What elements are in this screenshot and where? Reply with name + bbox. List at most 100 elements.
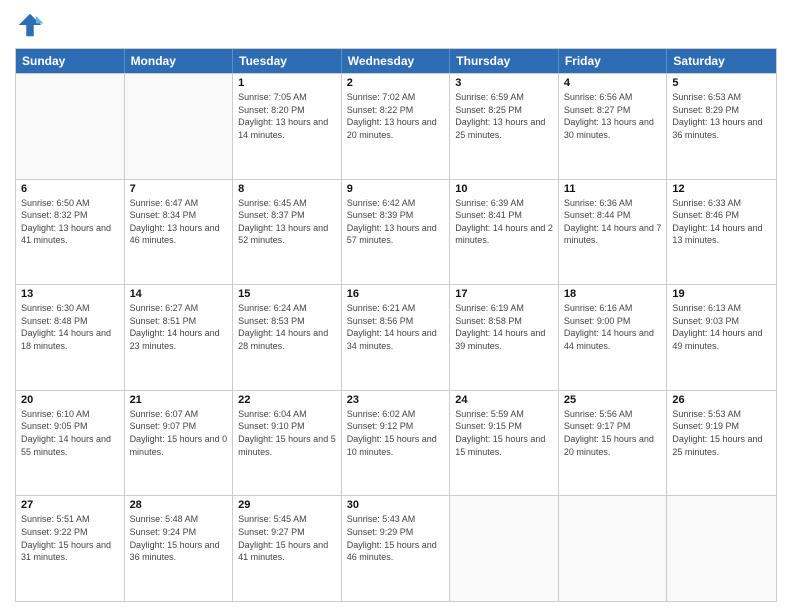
day-number: 12 <box>672 183 771 195</box>
day-number: 30 <box>347 499 445 511</box>
day-content: Sunrise: 5:45 AM Sunset: 9:27 PM Dayligh… <box>238 513 336 563</box>
day-number: 8 <box>238 183 336 195</box>
day-cell-22: 22 Sunrise: 6:04 AM Sunset: 9:10 PM Dayli… <box>233 391 342 496</box>
day-content: Sunrise: 6:16 AM Sunset: 9:00 PM Dayligh… <box>564 302 662 352</box>
day-cell-21: 21 Sunrise: 6:07 AM Sunset: 9:07 PM Dayli… <box>125 391 234 496</box>
week-row-2: 6 Sunrise: 6:50 AM Sunset: 8:32 PM Daylig… <box>16 179 776 285</box>
day-cell-24: 24 Sunrise: 5:59 AM Sunset: 9:15 PM Dayli… <box>450 391 559 496</box>
week-row-4: 20 Sunrise: 6:10 AM Sunset: 9:05 PM Dayli… <box>16 390 776 496</box>
day-number: 23 <box>347 394 445 406</box>
day-cell-17: 17 Sunrise: 6:19 AM Sunset: 8:58 PM Dayli… <box>450 285 559 390</box>
day-number: 24 <box>455 394 553 406</box>
day-number: 1 <box>238 77 336 89</box>
day-header-wednesday: Wednesday <box>342 49 451 73</box>
day-content: Sunrise: 6:45 AM Sunset: 8:37 PM Dayligh… <box>238 197 336 247</box>
day-number: 3 <box>455 77 553 89</box>
day-content: Sunrise: 6:33 AM Sunset: 8:46 PM Dayligh… <box>672 197 771 247</box>
day-cell-28: 28 Sunrise: 5:48 AM Sunset: 9:24 PM Dayli… <box>125 496 234 601</box>
day-content: Sunrise: 5:56 AM Sunset: 9:17 PM Dayligh… <box>564 408 662 458</box>
day-cell-19: 19Sunrise: 6:13 AM Sunset: 9:03 PM Dayli… <box>667 285 776 390</box>
day-cell-9: 9 Sunrise: 6:42 AM Sunset: 8:39 PM Daylig… <box>342 180 451 285</box>
day-header-saturday: Saturday <box>667 49 776 73</box>
week-row-5: 27Sunrise: 5:51 AM Sunset: 9:22 PM Dayli… <box>16 495 776 601</box>
empty-cell <box>16 74 125 179</box>
day-header-friday: Friday <box>559 49 668 73</box>
day-cell-26: 26Sunrise: 5:53 AM Sunset: 9:19 PM Dayli… <box>667 391 776 496</box>
day-content: Sunrise: 6:02 AM Sunset: 9:12 PM Dayligh… <box>347 408 445 458</box>
day-number: 15 <box>238 288 336 300</box>
calendar-header: SundayMondayTuesdayWednesdayThursdayFrid… <box>16 49 776 73</box>
day-number: 11 <box>564 183 662 195</box>
day-number: 5 <box>672 77 771 89</box>
day-number: 4 <box>564 77 662 89</box>
day-header-sunday: Sunday <box>16 49 125 73</box>
day-cell-5: 5 Sunrise: 6:53 AM Sunset: 8:29 PM Daylig… <box>667 74 776 179</box>
day-number: 14 <box>130 288 228 300</box>
day-content: Sunrise: 6:42 AM Sunset: 8:39 PM Dayligh… <box>347 197 445 247</box>
week-row-1: 1 Sunrise: 7:05 AM Sunset: 8:20 PM Daylig… <box>16 73 776 179</box>
day-cell-12: 12 Sunrise: 6:33 AM Sunset: 8:46 PM Dayli… <box>667 180 776 285</box>
day-content: Sunrise: 7:02 AM Sunset: 8:22 PM Dayligh… <box>347 91 445 141</box>
day-cell-15: 15Sunrise: 6:24 AM Sunset: 8:53 PM Dayli… <box>233 285 342 390</box>
day-cell-20: 20 Sunrise: 6:10 AM Sunset: 9:05 PM Dayli… <box>16 391 125 496</box>
day-content: Sunrise: 6:59 AM Sunset: 8:25 PM Dayligh… <box>455 91 553 141</box>
day-cell-4: 4 Sunrise: 6:56 AM Sunset: 8:27 PM Daylig… <box>559 74 668 179</box>
day-number: 21 <box>130 394 228 406</box>
day-number: 16 <box>347 288 445 300</box>
day-content: Sunrise: 6:36 AM Sunset: 8:44 PM Dayligh… <box>564 197 662 247</box>
day-cell-16: 16Sunrise: 6:21 AM Sunset: 8:56 PM Dayli… <box>342 285 451 390</box>
day-cell-6: 6 Sunrise: 6:50 AM Sunset: 8:32 PM Daylig… <box>16 180 125 285</box>
page: SundayMondayTuesdayWednesdayThursdayFrid… <box>0 0 792 612</box>
day-cell-2: 2 Sunrise: 7:02 AM Sunset: 8:22 PM Daylig… <box>342 74 451 179</box>
day-number: 22 <box>238 394 336 406</box>
day-content: Sunrise: 5:48 AM Sunset: 9:24 PM Dayligh… <box>130 513 228 563</box>
empty-cell <box>667 496 776 601</box>
day-number: 20 <box>21 394 119 406</box>
logo-icon <box>15 10 45 40</box>
day-cell-8: 8 Sunrise: 6:45 AM Sunset: 8:37 PM Daylig… <box>233 180 342 285</box>
day-cell-13: 13 Sunrise: 6:30 AM Sunset: 8:48 PM Dayli… <box>16 285 125 390</box>
day-content: Sunrise: 6:50 AM Sunset: 8:32 PM Dayligh… <box>21 197 119 247</box>
day-content: Sunrise: 6:19 AM Sunset: 8:58 PM Dayligh… <box>455 302 553 352</box>
day-number: 25 <box>564 394 662 406</box>
day-cell-1: 1 Sunrise: 7:05 AM Sunset: 8:20 PM Daylig… <box>233 74 342 179</box>
day-content: Sunrise: 5:59 AM Sunset: 9:15 PM Dayligh… <box>455 408 553 458</box>
day-number: 10 <box>455 183 553 195</box>
day-cell-14: 14 Sunrise: 6:27 AM Sunset: 8:51 PM Dayli… <box>125 285 234 390</box>
day-header-tuesday: Tuesday <box>233 49 342 73</box>
day-header-thursday: Thursday <box>450 49 559 73</box>
day-content: Sunrise: 6:30 AM Sunset: 8:48 PM Dayligh… <box>21 302 119 352</box>
day-content: Sunrise: 5:51 AM Sunset: 9:22 PM Dayligh… <box>21 513 119 563</box>
day-cell-27: 27Sunrise: 5:51 AM Sunset: 9:22 PM Dayli… <box>16 496 125 601</box>
day-cell-3: 3 Sunrise: 6:59 AM Sunset: 8:25 PM Daylig… <box>450 74 559 179</box>
calendar: SundayMondayTuesdayWednesdayThursdayFrid… <box>15 48 777 602</box>
day-number: 6 <box>21 183 119 195</box>
day-number: 13 <box>21 288 119 300</box>
empty-cell <box>559 496 668 601</box>
day-cell-18: 18 Sunrise: 6:16 AM Sunset: 9:00 PM Dayli… <box>559 285 668 390</box>
day-number: 7 <box>130 183 228 195</box>
day-content: Sunrise: 6:27 AM Sunset: 8:51 PM Dayligh… <box>130 302 228 352</box>
day-cell-11: 11 Sunrise: 6:36 AM Sunset: 8:44 PM Dayli… <box>559 180 668 285</box>
day-cell-7: 7 Sunrise: 6:47 AM Sunset: 8:34 PM Daylig… <box>125 180 234 285</box>
calendar-body: 1 Sunrise: 7:05 AM Sunset: 8:20 PM Daylig… <box>16 73 776 601</box>
day-content: Sunrise: 6:53 AM Sunset: 8:29 PM Dayligh… <box>672 91 771 141</box>
day-content: Sunrise: 6:56 AM Sunset: 8:27 PM Dayligh… <box>564 91 662 141</box>
day-number: 18 <box>564 288 662 300</box>
day-number: 29 <box>238 499 336 511</box>
day-number: 9 <box>347 183 445 195</box>
day-number: 17 <box>455 288 553 300</box>
day-content: Sunrise: 6:04 AM Sunset: 9:10 PM Dayligh… <box>238 408 336 458</box>
empty-cell <box>125 74 234 179</box>
day-content: Sunrise: 6:10 AM Sunset: 9:05 PM Dayligh… <box>21 408 119 458</box>
day-cell-29: 29 Sunrise: 5:45 AM Sunset: 9:27 PM Dayli… <box>233 496 342 601</box>
logo <box>15 10 49 40</box>
day-content: Sunrise: 7:05 AM Sunset: 8:20 PM Dayligh… <box>238 91 336 141</box>
day-number: 2 <box>347 77 445 89</box>
day-cell-25: 25 Sunrise: 5:56 AM Sunset: 9:17 PM Dayli… <box>559 391 668 496</box>
day-number: 19 <box>672 288 771 300</box>
day-content: Sunrise: 6:47 AM Sunset: 8:34 PM Dayligh… <box>130 197 228 247</box>
day-number: 28 <box>130 499 228 511</box>
day-cell-10: 10Sunrise: 6:39 AM Sunset: 8:41 PM Dayli… <box>450 180 559 285</box>
day-content: Sunrise: 6:07 AM Sunset: 9:07 PM Dayligh… <box>130 408 228 458</box>
